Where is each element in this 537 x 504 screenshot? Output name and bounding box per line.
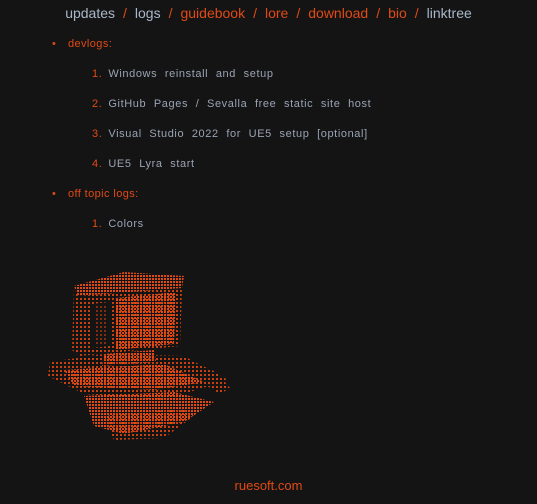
- list-number: 2.: [92, 98, 103, 110]
- page: updates / logs / guidebook / lore / download / bio…: [0, 0, 537, 504]
- nav-separator: /: [414, 5, 419, 21]
- footer-site-link[interactable]: ruesoft.com: [0, 478, 537, 493]
- nav-separator: /: [376, 5, 381, 21]
- devlog-link[interactable]: Windows reinstall and setup: [108, 68, 273, 80]
- section-offtopic-heading: • off topic logs:: [52, 188, 139, 200]
- offtopic-link[interactable]: Colors: [108, 218, 143, 230]
- nav-linktree[interactable]: linktree: [427, 5, 472, 21]
- devlog-link[interactable]: GitHub Pages / Sevalla free static site …: [108, 98, 371, 110]
- ascii-computer-icon: [48, 272, 230, 440]
- devlog-item[interactable]: 4. UE5 Lyra start: [92, 158, 195, 170]
- list-number: 1.: [92, 218, 103, 230]
- devlog-item[interactable]: 2. GitHub Pages / Sevalla free static sit…: [92, 98, 371, 110]
- section-title: off topic logs:: [68, 188, 139, 200]
- top-nav: updates / logs / guidebook / lore / download / bio…: [0, 4, 537, 22]
- nav-separator: /: [253, 5, 257, 21]
- nav-separator: /: [123, 5, 127, 21]
- devlog-item[interactable]: 1. Windows reinstall and setup: [92, 68, 274, 80]
- list-number: 1.: [92, 68, 103, 80]
- nav-separator: /: [296, 5, 301, 21]
- bullet-icon: •: [52, 38, 57, 50]
- section-devlogs-heading: • devlogs:: [52, 38, 112, 50]
- section-title: devlogs:: [68, 38, 113, 50]
- devlog-link[interactable]: Visual Studio 2022 for UE5 setup [option…: [108, 128, 367, 140]
- list-number: 3.: [92, 128, 103, 140]
- nav-updates[interactable]: updates: [65, 5, 115, 21]
- offtopic-item[interactable]: 1. Colors: [92, 218, 144, 230]
- nav-bio[interactable]: bio: [388, 5, 407, 21]
- nav-logs[interactable]: logs: [135, 5, 161, 21]
- nav-separator: /: [168, 5, 173, 21]
- bullet-icon: •: [52, 188, 57, 200]
- list-number: 4.: [92, 158, 103, 170]
- nav-guidebook[interactable]: guidebook: [180, 5, 245, 21]
- nav-download[interactable]: download: [308, 5, 368, 21]
- devlog-item[interactable]: 3. Visual Studio 2022 for UE5 setup [opti…: [92, 128, 368, 140]
- nav-lore[interactable]: lore: [265, 5, 288, 21]
- devlog-link[interactable]: UE5 Lyra start: [108, 158, 194, 170]
